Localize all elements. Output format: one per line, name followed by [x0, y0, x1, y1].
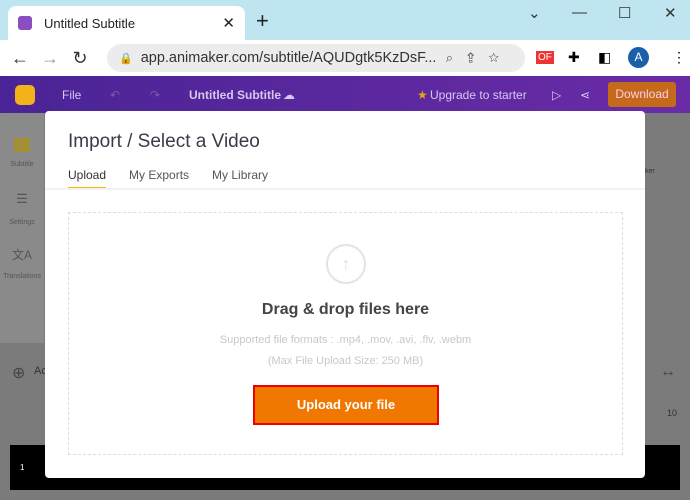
- settings-sliders-icon[interactable]: ☰: [0, 191, 44, 207]
- upgrade-link[interactable]: Upgrade to starter: [430, 88, 527, 102]
- add-icon[interactable]: ⊕: [12, 363, 25, 383]
- sidebar-item-settings[interactable]: Settings: [0, 219, 44, 226]
- close-tab-icon[interactable]: ✕: [222, 14, 235, 32]
- import-video-modal: Import / Select a Video Upload My Export…: [45, 111, 645, 478]
- forward-button[interactable]: →: [35, 48, 65, 69]
- tab-search-icon[interactable]: ⌄: [528, 4, 541, 22]
- profile-avatar[interactable]: A: [628, 47, 649, 68]
- minimize-button[interactable]: —: [572, 4, 587, 21]
- app-header: File ↶ ↷ Untitled Subtitle ☁ ★ Upgrade t…: [0, 76, 690, 113]
- modal-title: Import / Select a Video: [68, 131, 260, 152]
- reload-button[interactable]: ↻: [65, 48, 95, 69]
- undo-icon[interactable]: ↶: [110, 88, 120, 102]
- menu-icon[interactable]: ⋮: [672, 49, 686, 66]
- browser-tab[interactable]: Untitled Subtitle ✕: [8, 6, 245, 40]
- side-panel-icon[interactable]: ◧: [598, 49, 611, 66]
- address-toolbar: ← → ↻ 🔒 app.animaker.com/subtitle/AQUDgtk…: [0, 40, 690, 76]
- close-window-button[interactable]: ✕: [664, 4, 677, 22]
- upload-arrow-icon: ↑: [326, 244, 366, 284]
- upload-file-button[interactable]: Upload your file: [253, 385, 439, 425]
- extensions-puzzle-icon[interactable]: ✚: [568, 49, 580, 66]
- download-button[interactable]: Download: [608, 82, 676, 107]
- lock-icon: 🔒: [119, 52, 133, 65]
- translate-icon[interactable]: 文A: [0, 246, 44, 263]
- tab-upload[interactable]: Upload: [68, 168, 107, 190]
- browser-tab-bar: Untitled Subtitle ✕ + ⌄ — ☐ ✕: [0, 0, 690, 40]
- cloud-save-icon: ☁: [283, 88, 295, 102]
- back-button[interactable]: ←: [5, 48, 35, 69]
- redo-icon[interactable]: ↷: [150, 88, 160, 102]
- sidebar-item-translations[interactable]: Translations: [0, 273, 44, 280]
- star-icon: ★: [417, 88, 428, 102]
- file-menu[interactable]: File: [62, 88, 81, 102]
- new-tab-button[interactable]: +: [256, 8, 269, 34]
- maximize-button[interactable]: ☐: [618, 4, 631, 22]
- animaker-logo-icon: [15, 85, 35, 105]
- drop-title: Drag & drop files here: [261, 301, 430, 318]
- track-number: 1: [20, 463, 25, 472]
- subtitle-cc-icon[interactable]: [14, 138, 30, 152]
- sidebar: Subtitle ☰ Settings 文A Translations: [0, 113, 44, 343]
- share-icon[interactable]: ⋖: [580, 88, 590, 102]
- tabs-divider: [45, 188, 645, 190]
- timeline-tick: 10: [667, 408, 678, 418]
- address-bar[interactable]: 🔒 app.animaker.com/subtitle/AQUDgtk5KzDsF…: [107, 44, 525, 72]
- tab-title: Untitled Subtitle: [44, 15, 136, 31]
- supported-formats: Supported file formats : .mp4, .mov, .av…: [219, 334, 472, 346]
- max-size: (Max File Upload Size: 250 MB): [267, 355, 424, 367]
- tab-my-library[interactable]: My Library: [212, 168, 268, 190]
- sidebar-item-subtitle[interactable]: Subtitle: [0, 161, 44, 168]
- project-title[interactable]: Untitled Subtitle: [189, 88, 281, 102]
- url-text: app.animaker.com/subtitle/AQUDgtk5KzDsF.…: [140, 50, 437, 66]
- expand-icon[interactable]: ↔: [660, 363, 676, 381]
- tab-my-exports[interactable]: My Exports: [129, 168, 189, 190]
- drop-zone[interactable]: ↑ Drag & drop files here Supported file …: [68, 212, 623, 455]
- extension-icon[interactable]: OF: [536, 51, 554, 64]
- side-label: ker: [645, 168, 655, 175]
- zoom-share-bookmark-icons[interactable]: ⌕⇪☆: [446, 50, 513, 66]
- preview-icon[interactable]: ▷: [552, 88, 561, 102]
- animaker-favicon-icon: [18, 16, 32, 30]
